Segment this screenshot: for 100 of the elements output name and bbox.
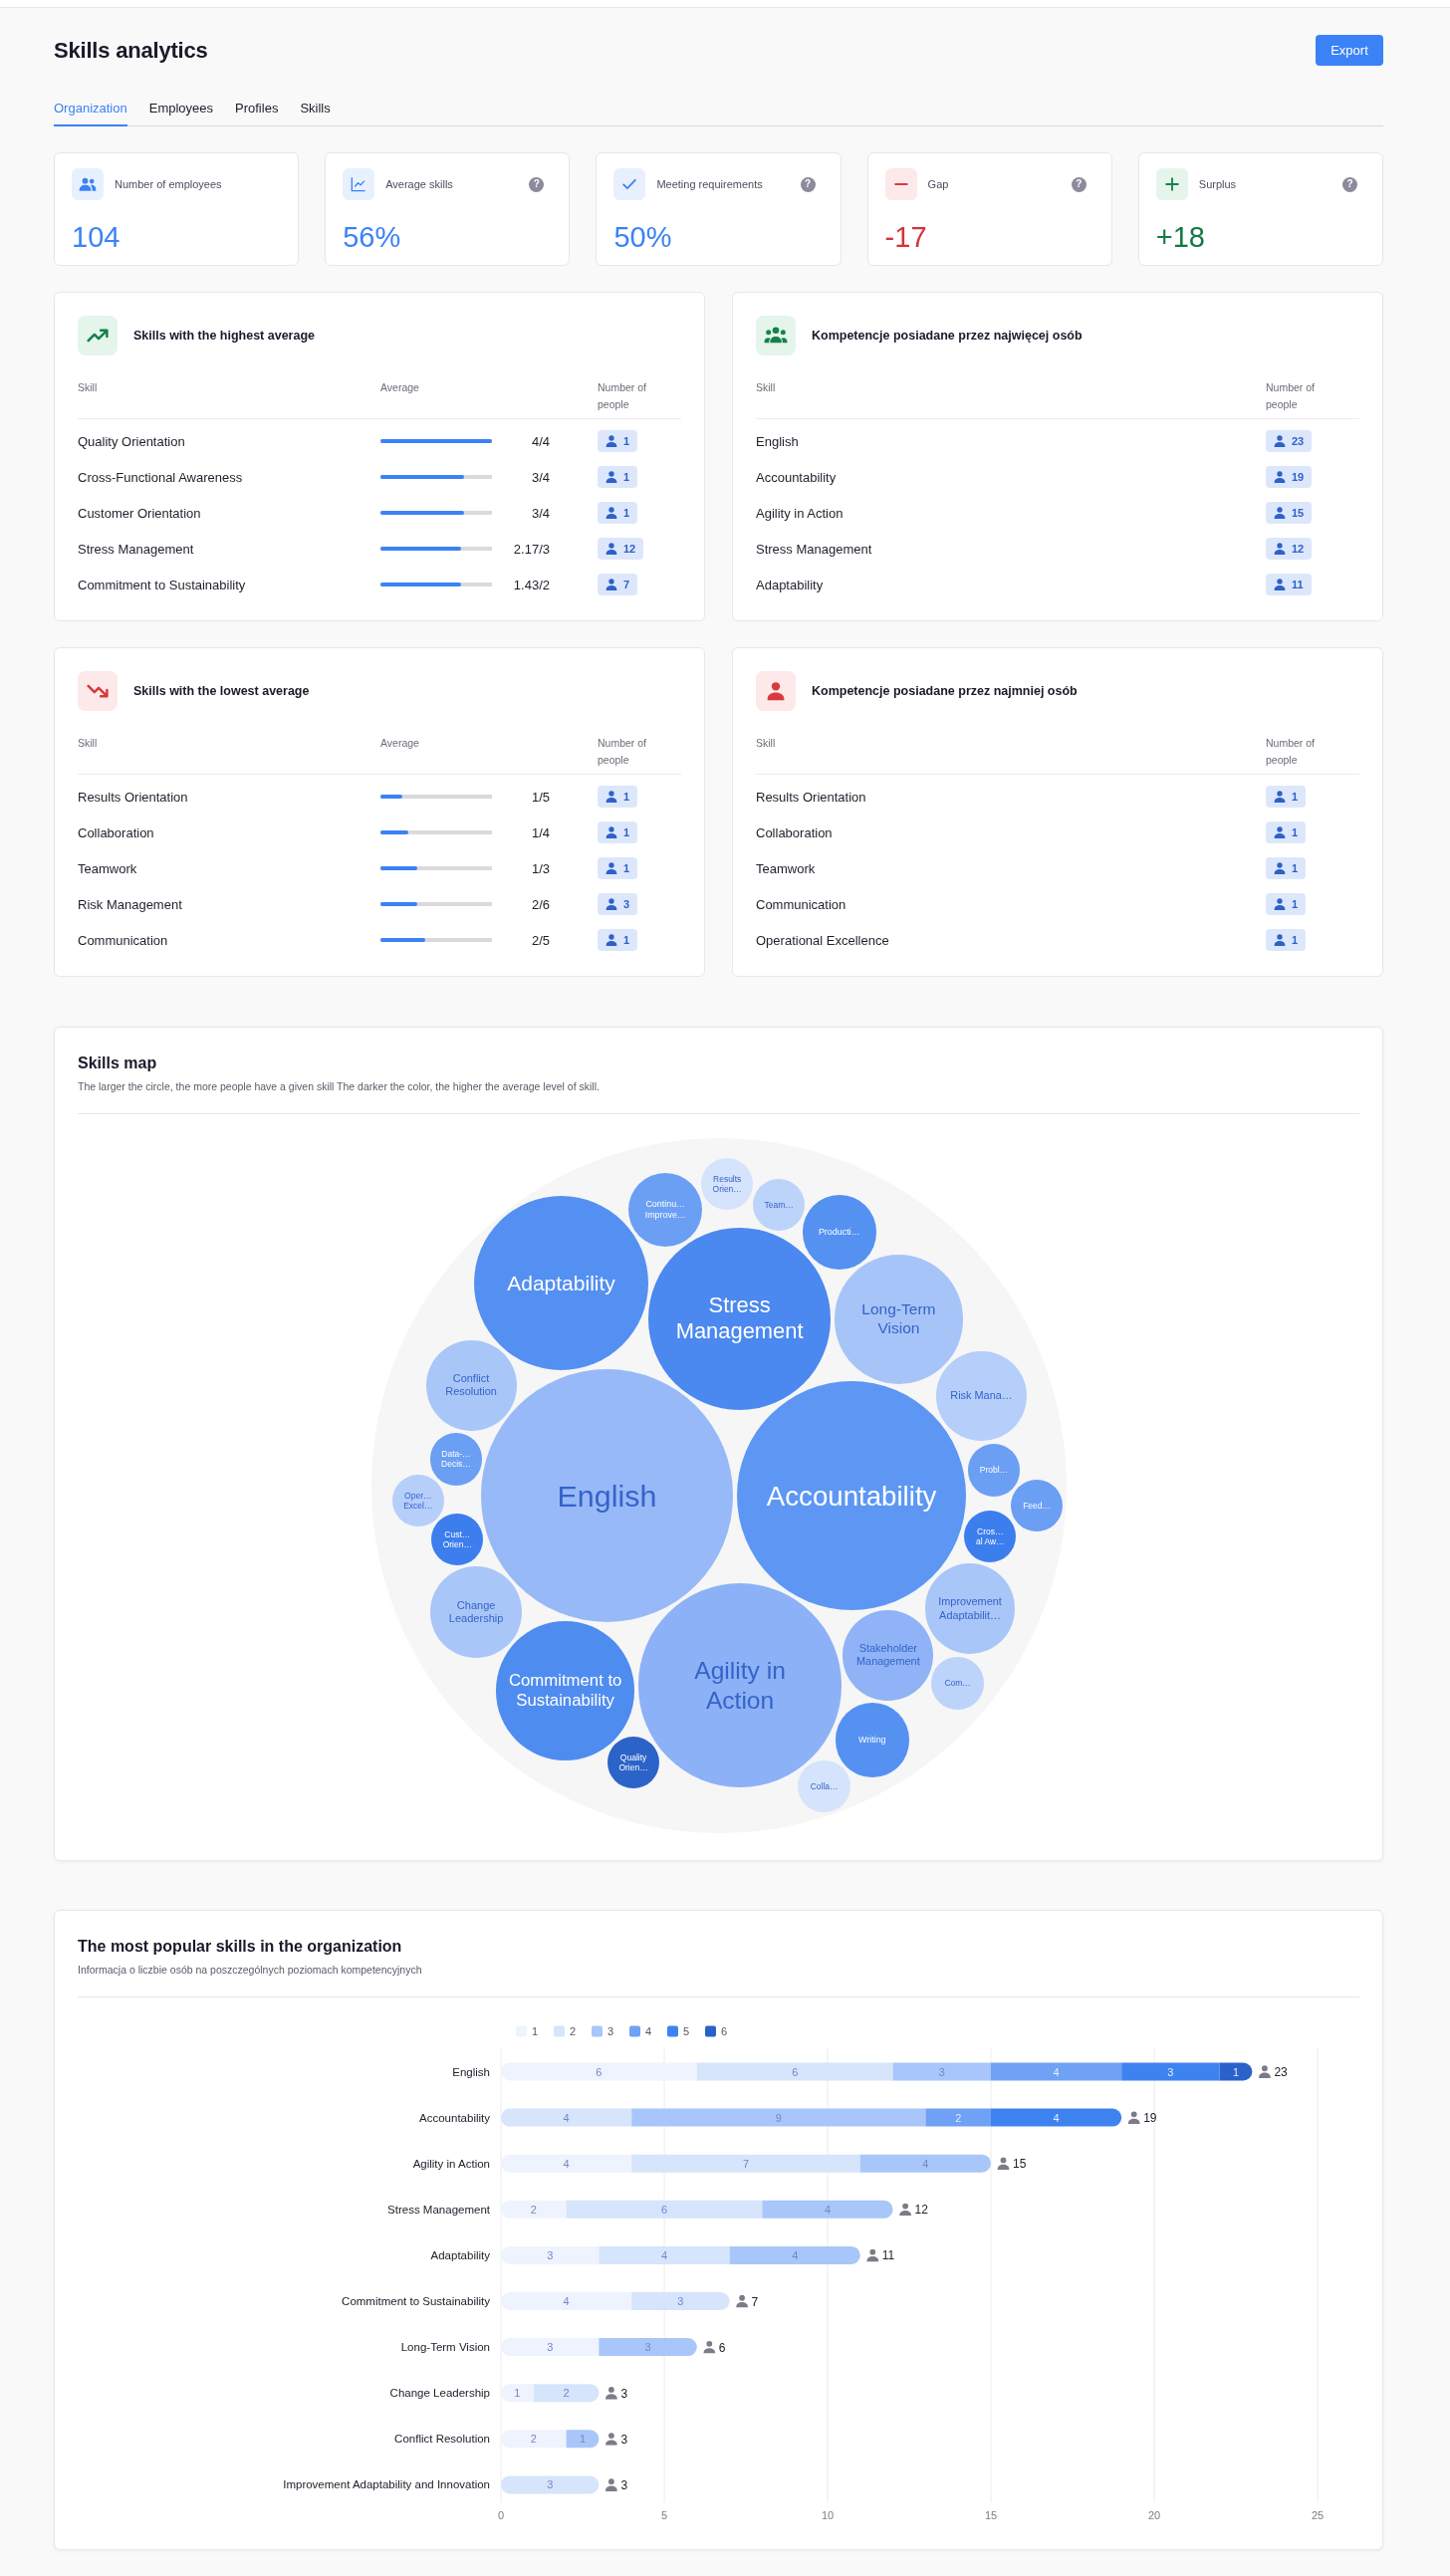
skill-name: Stress Management [78,541,195,557]
legend-label: 2 [570,2025,577,2037]
segment-label: 9 [775,2111,782,2124]
average-value: 2/5 [530,932,550,948]
skill-name: Results Orientation [756,789,867,805]
bubble-label: Data-… Decis… [441,1449,471,1470]
skill-name: Customer Orientation [78,505,202,521]
average-value: 1/3 [530,860,550,876]
total-count: 12 [914,2203,928,2218]
average-value: 1/5 [530,789,550,805]
people-count: 1 [623,934,630,946]
stat-label: Surplus [1198,178,1238,190]
person-icon [605,898,617,910]
column-header: Average [380,736,419,751]
person-icon [997,2157,1010,2171]
skill-name: Results Orientation [78,789,189,805]
bubble-label: Probl… [979,1465,1009,1476]
segment-label: 1 [1232,2065,1240,2078]
people-count: 1 [1292,934,1299,946]
segment-label: 3 [644,2341,651,2354]
person-icon [1274,934,1286,946]
stat-value: 104 [72,220,121,255]
skill-name: Adaptability [756,577,825,592]
help-button[interactable]: ? [529,176,545,192]
plus-icon [1155,168,1188,200]
segment-label: 3 [547,2478,554,2491]
segment-label: 4 [563,2111,570,2124]
column-header: Skill [756,380,776,395]
tab[interactable]: Skills [300,101,331,126]
tick-label: 25 [1311,2509,1325,2521]
people-count: 1 [1292,791,1299,803]
total-count: 3 [620,2386,628,2401]
people-count: 1 [623,471,630,483]
tick-label: 0 [497,2509,505,2521]
people-count: 1 [1292,898,1299,910]
total-count: 19 [1143,2111,1157,2126]
segment-label: 7 [742,2157,750,2170]
segment-label: 6 [792,2065,799,2078]
bubble-label: Oper… Excel… [403,1490,433,1511]
segment-label: 4 [922,2157,929,2170]
person-icon [1127,2111,1140,2125]
person-icon [756,671,796,711]
category-label: Long-Term Vision [400,2341,490,2354]
category-label: Conflict Resolution [394,2433,490,2446]
segment-label: 2 [530,2433,537,2446]
total-count: 15 [1013,2157,1027,2172]
bubble-label: Continu… Improve… [644,1199,686,1221]
export-button[interactable]: Export [1316,35,1383,66]
tab[interactable]: Profiles [235,101,279,126]
people-count: 11 [1292,579,1304,590]
bubble-label: Writing [858,1734,886,1746]
people-count: 19 [1292,471,1305,483]
stat-value: -17 [884,220,928,255]
segment-label: 1 [579,2433,587,2446]
help-button[interactable]: ? [1071,176,1087,192]
segment-label: 6 [660,2203,668,2216]
category-label: Agility in Action [412,2157,490,2170]
column-header: Skill [756,736,776,751]
people-count: 1 [623,435,630,447]
segment-label: 4 [563,2157,570,2170]
people-count: 12 [623,543,636,555]
help-button[interactable]: ? [1342,176,1357,192]
segment-label: 3 [938,2065,945,2078]
tick-label: 5 [660,2509,668,2521]
segment-label: 4 [1053,2065,1060,2078]
person-icon [605,2433,617,2446]
person-icon [1274,435,1286,447]
bubble-label: Cust… Orien… [442,1528,472,1549]
segment-label: 4 [824,2203,832,2216]
line-chart-icon [343,168,375,200]
person-icon [703,2340,716,2354]
trend-down-icon [78,671,118,711]
people-count: 1 [623,507,630,519]
tab[interactable]: Employees [148,101,214,126]
skill-name: Operational Excellence [756,932,890,948]
skill-name: Accountability [756,469,838,485]
skill-name: Stress Management [756,541,873,557]
category-label: Stress Management [387,2203,490,2216]
legend-label: 3 [607,2025,614,2037]
person-icon [899,2203,911,2217]
person-icon [1274,543,1286,555]
person-icon [866,2248,879,2262]
category-label: Change Leadership [389,2387,490,2400]
legend-label: 6 [721,2025,728,2037]
tick-label: 20 [1147,2509,1161,2521]
total-count: 6 [718,2340,726,2355]
person-icon [1274,471,1286,483]
skill-name: Communication [756,896,847,912]
skill-name: Cross-Functional Awareness [78,469,244,485]
category-label: Adaptability [430,2248,490,2261]
segment-label: 2 [955,2111,962,2124]
help-button[interactable]: ? [800,176,816,192]
skill-name: Teamwork [78,860,138,876]
legend-label: 5 [683,2025,690,2037]
tab[interactable]: Organization [54,101,127,126]
column-header: Skill [78,380,98,395]
average-value: 2.17/3 [512,541,550,557]
segment-label: 3 [547,2341,554,2354]
category-label: Commitment to Sustainability [342,2295,490,2307]
page-title: Skills analytics [54,37,208,64]
